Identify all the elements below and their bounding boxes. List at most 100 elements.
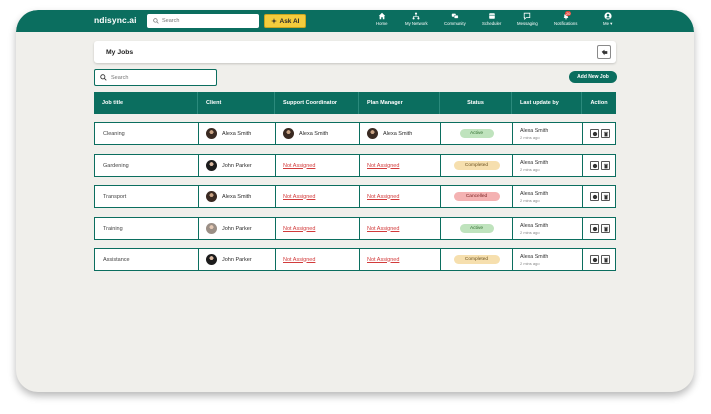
last-update-cell: Alexa Smith 2 mins ago [513,155,583,176]
trash-icon [603,163,608,168]
view-button[interactable] [590,129,599,138]
delete-button[interactable] [601,161,610,170]
page-title: My Jobs [106,48,134,56]
search-icon [100,74,107,81]
status-cell: Cancelled [441,186,513,207]
nav-notifications[interactable]: 20 Notifications [554,11,577,30]
header-action: Action [590,100,608,106]
network-icon [412,12,420,20]
status-cell: Completed [441,249,513,270]
not-assigned-link[interactable]: Not Assigned [283,194,315,200]
client-name: John Parker [222,256,252,263]
nav-my-network-label: My Network [405,21,428,26]
nav-community[interactable]: Community [444,12,466,30]
status-cell: Active [441,123,513,144]
job-search-input[interactable] [111,74,211,81]
eye-icon [592,131,597,136]
updated-when: 2 mins ago [520,260,540,266]
job-title-cell: Transport [95,186,199,207]
view-button[interactable] [590,255,599,264]
action-cell [583,218,617,239]
avatar [206,191,217,202]
coordinator-cell: Not Assigned [276,218,360,239]
nav-me-label: Me ▾ [603,21,613,26]
action-cell [583,155,617,176]
not-assigned-link[interactable]: Not Assigned [283,257,315,263]
updated-by: Alexa Smith [520,253,549,260]
coordinator-cell: Not Assigned [276,155,360,176]
updated-by: Alexa Smith [520,222,549,229]
view-button[interactable] [590,161,599,170]
trash-icon [603,194,608,199]
notification-badge: 20 [564,11,572,16]
last-update-cell: Alexa Smith 2 mins ago [513,218,583,239]
ask-ai-button[interactable]: Ask AI [264,14,306,28]
delete-button[interactable] [601,129,610,138]
delete-button[interactable] [601,255,610,264]
nav-home[interactable]: Home [376,12,387,30]
message-icon [524,12,531,20]
community-icon [451,13,459,19]
table-row[interactable]: Training John Parker Not Assigned Not As… [94,217,616,240]
updated-by: Alexa Smith [520,159,549,166]
coordinator-cell: Not Assigned [276,186,360,207]
view-button[interactable] [590,192,599,201]
delete-button[interactable] [601,224,610,233]
status-badge: Active [459,129,494,138]
nav-me[interactable]: Me ▾ [603,12,612,30]
view-button[interactable] [590,224,599,233]
client-name: Alexa Smith [222,193,252,200]
coordinator-cell: Alexa Smith [276,123,360,144]
table-header: Job title Client Support Coordinator Pla… [94,92,616,114]
plan-manager-cell: Not Assigned [360,218,441,239]
trash-icon [603,131,608,136]
back-button[interactable] [597,45,611,59]
nav-home-label: Home [376,21,388,26]
plan-manager-cell: Alexa Smith [360,123,441,144]
header-plan-manager[interactable]: Plan Manager [359,92,440,114]
global-search-input[interactable] [162,18,252,24]
client-name: Alexa Smith [222,130,252,137]
updated-by: Alexa Smith [520,190,549,197]
job-title-cell: Cleaning [95,123,199,144]
delete-button[interactable] [601,192,610,201]
trash-icon [603,226,608,231]
trash-icon [603,257,608,262]
header-job-title[interactable]: Job title [94,92,198,114]
eye-icon [592,257,597,262]
nav-scheduler[interactable]: Scheduler [482,12,501,30]
nav-messaging[interactable]: Messaging [517,12,538,30]
header-support-coordinator[interactable]: Support Coordinator [275,92,359,114]
status-cell: Active [441,218,513,239]
not-assigned-link[interactable]: Not Assigned [367,257,399,263]
table-row[interactable]: Assistance John Parker Not Assigned Not … [94,248,616,271]
avatar [367,128,378,139]
nav-community-label: Community [444,21,466,26]
table-row[interactable]: Transport Alexa Smith Not Assigned Not A… [94,185,616,208]
action-cell [583,186,617,207]
coordinator-cell: Not Assigned [276,249,360,270]
table-row[interactable]: Cleaning Alexa Smith Alexa Smith Alexa S… [94,122,616,145]
header-client[interactable]: Client [198,92,275,114]
client-cell: Alexa Smith [199,123,276,144]
app-logo[interactable]: ndisync.ai [94,15,137,25]
client-cell: John Parker [199,155,276,176]
table-row[interactable]: Gardening John Parker Not Assigned Not A… [94,154,616,177]
header-status[interactable]: Status [440,92,512,114]
global-search[interactable] [147,14,259,28]
top-navbar: ndisync.ai Ask AI Home My Network Commun… [16,10,694,32]
nav-my-network[interactable]: My Network [405,12,428,30]
sparkle-icon [270,18,277,24]
nav-messaging-label: Messaging [517,21,538,26]
job-search[interactable] [94,69,217,86]
not-assigned-link[interactable]: Not Assigned [283,163,315,169]
eye-icon [592,194,597,199]
header-last-update[interactable]: Last update by [512,92,582,114]
not-assigned-link[interactable]: Not Assigned [367,163,399,169]
not-assigned-link[interactable]: Not Assigned [283,226,315,232]
add-new-job-button[interactable]: Add New Job [569,71,617,83]
status-cell: Completed [441,155,513,176]
not-assigned-link[interactable]: Not Assigned [367,226,399,232]
job-title-cell: Assistance [95,249,199,270]
not-assigned-link[interactable]: Not Assigned [367,194,399,200]
